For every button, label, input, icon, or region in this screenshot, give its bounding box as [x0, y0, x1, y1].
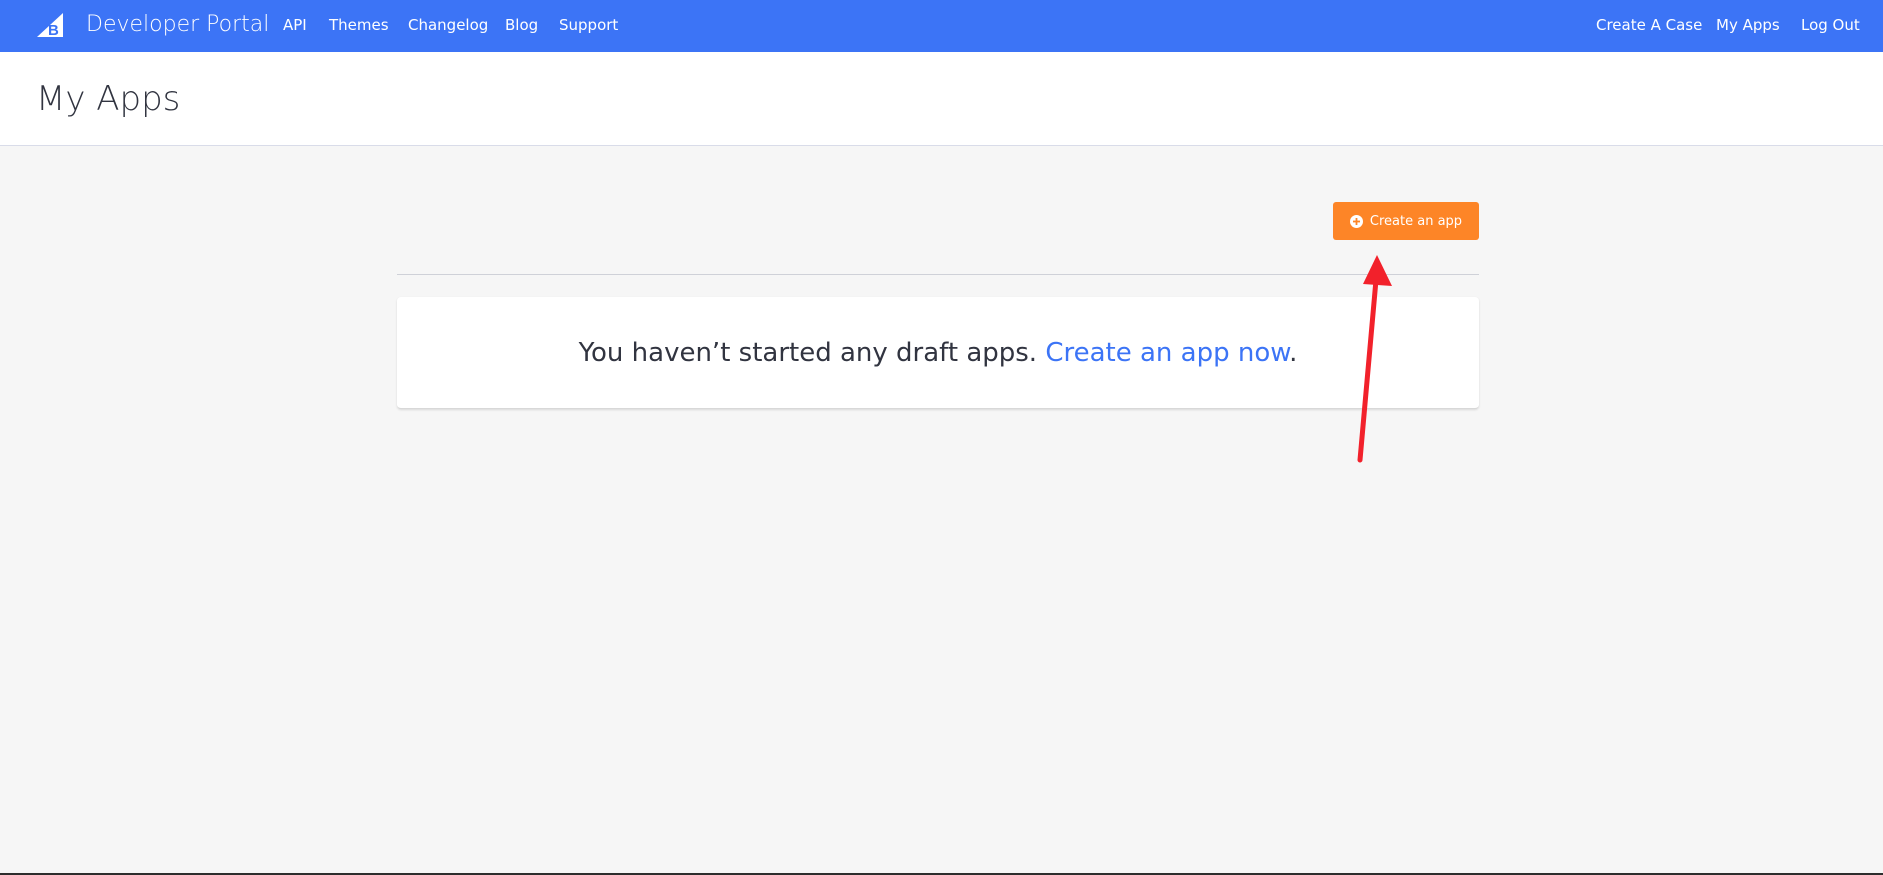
create-app-now-link[interactable]: Create an app now	[1045, 338, 1289, 368]
nav-link-support[interactable]: Support	[559, 15, 618, 35]
plus-circle-icon	[1349, 214, 1363, 228]
empty-state-message: You haven’t started any draft apps.	[578, 337, 1038, 368]
page-header: My Apps	[0, 52, 1883, 146]
empty-state-suffix: .	[1289, 337, 1298, 368]
section-divider	[397, 274, 1479, 275]
nav-link-log-out[interactable]: Log Out	[1801, 15, 1860, 35]
nav-link-themes[interactable]: Themes	[329, 15, 389, 35]
svg-text:B: B	[48, 22, 59, 38]
brand-name[interactable]: Developer Portal	[86, 11, 269, 39]
top-navigation-bar: B Developer Portal API Themes Changelog …	[0, 0, 1883, 52]
nav-link-my-apps[interactable]: My Apps	[1716, 15, 1780, 35]
nav-link-blog[interactable]: Blog	[505, 15, 538, 35]
nav-link-changelog[interactable]: Changelog	[408, 15, 488, 35]
annotation-arrow-icon	[1357, 255, 1392, 463]
create-app-button[interactable]: Create an app	[1333, 202, 1479, 240]
page-title: My Apps	[36, 79, 181, 119]
create-app-button-label: Create an app	[1369, 213, 1463, 229]
empty-state-text: You haven’t started any draft apps. Crea…	[579, 337, 1298, 369]
bigcommerce-logo-icon[interactable]: B	[35, 12, 65, 38]
nav-link-api[interactable]: API	[283, 15, 307, 35]
nav-link-create-a-case[interactable]: Create A Case	[1596, 15, 1702, 35]
empty-state-card: You haven’t started any draft apps. Crea…	[397, 297, 1479, 409]
